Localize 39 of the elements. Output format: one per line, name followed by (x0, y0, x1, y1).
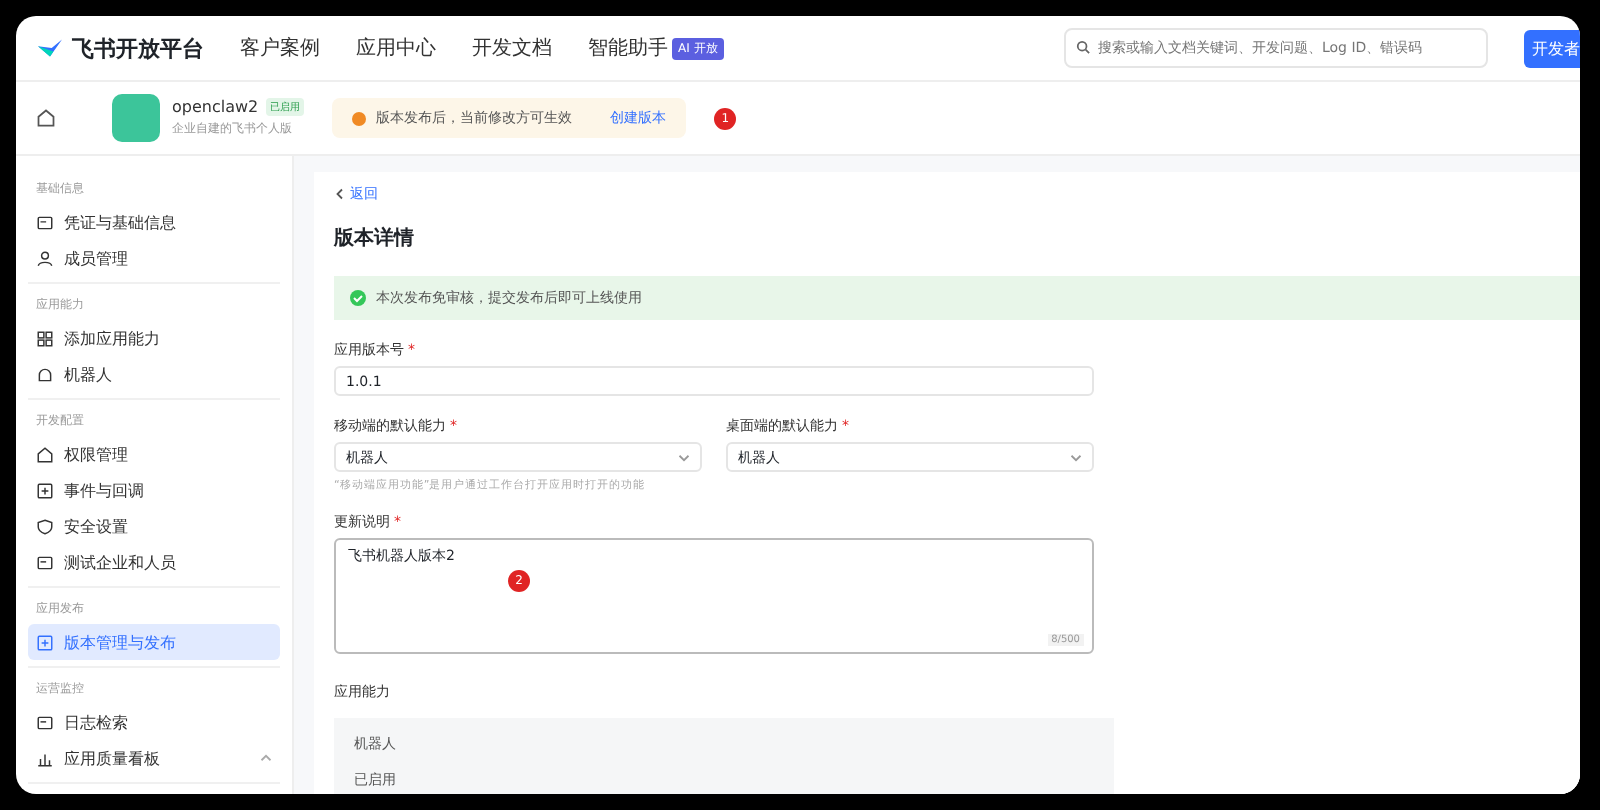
sidebar-item[interactable]: 凭证与基础信息 (28, 204, 280, 240)
bar-chart-icon (36, 749, 54, 767)
sidebar-item[interactable]: 成员管理 (28, 240, 280, 276)
sidebar-item[interactable]: 应用质量看板 (28, 740, 280, 776)
app-name: openclaw2 (172, 98, 259, 116)
nav-link[interactable]: 开发文档 (472, 34, 552, 62)
chevron-down-icon (678, 451, 690, 463)
sidebar-item[interactable]: 机器人 (28, 356, 280, 392)
warning-icon (352, 111, 367, 125)
user-icon (36, 249, 54, 267)
sidebar-item[interactable]: 日志检索 (28, 704, 280, 740)
plus-square-icon (36, 633, 54, 651)
platform-name: 飞书开放平台 (72, 33, 204, 63)
nav-link[interactable]: 智能助手 (588, 34, 668, 62)
card-icon (36, 553, 54, 571)
nav-link[interactable]: 客户案例 (240, 34, 320, 62)
sidebar-item[interactable]: 添加应用能力 (28, 320, 280, 356)
chevron-down-icon (1070, 451, 1082, 463)
check-circle-icon (350, 290, 366, 306)
developer-button[interactable]: 开发者 (1524, 29, 1580, 67)
robot-icon (36, 365, 54, 383)
grid-icon (36, 329, 54, 347)
caret-icon (260, 752, 272, 764)
nav-link[interactable]: 应用中心 (356, 34, 436, 62)
sidebar-item[interactable]: 版本管理与发布 (28, 624, 280, 660)
shield-icon (36, 517, 54, 535)
sidebar-item[interactable]: 测试企业和人员 (28, 544, 280, 580)
chevron-left-icon (334, 188, 344, 200)
home-icon[interactable] (36, 108, 56, 128)
page-title: 版本详情 (334, 224, 416, 252)
plus-square-icon (36, 481, 54, 499)
card-icon (36, 213, 54, 231)
app-icon (112, 94, 160, 142)
sidebar-item[interactable]: 事件与回调 (28, 472, 280, 508)
card-icon (36, 713, 54, 731)
logo-icon (36, 36, 64, 60)
house-icon (36, 445, 54, 463)
sidebar-item[interactable]: 权限管理 (28, 436, 280, 472)
sidebar-item[interactable]: 安全设置 (28, 508, 280, 544)
